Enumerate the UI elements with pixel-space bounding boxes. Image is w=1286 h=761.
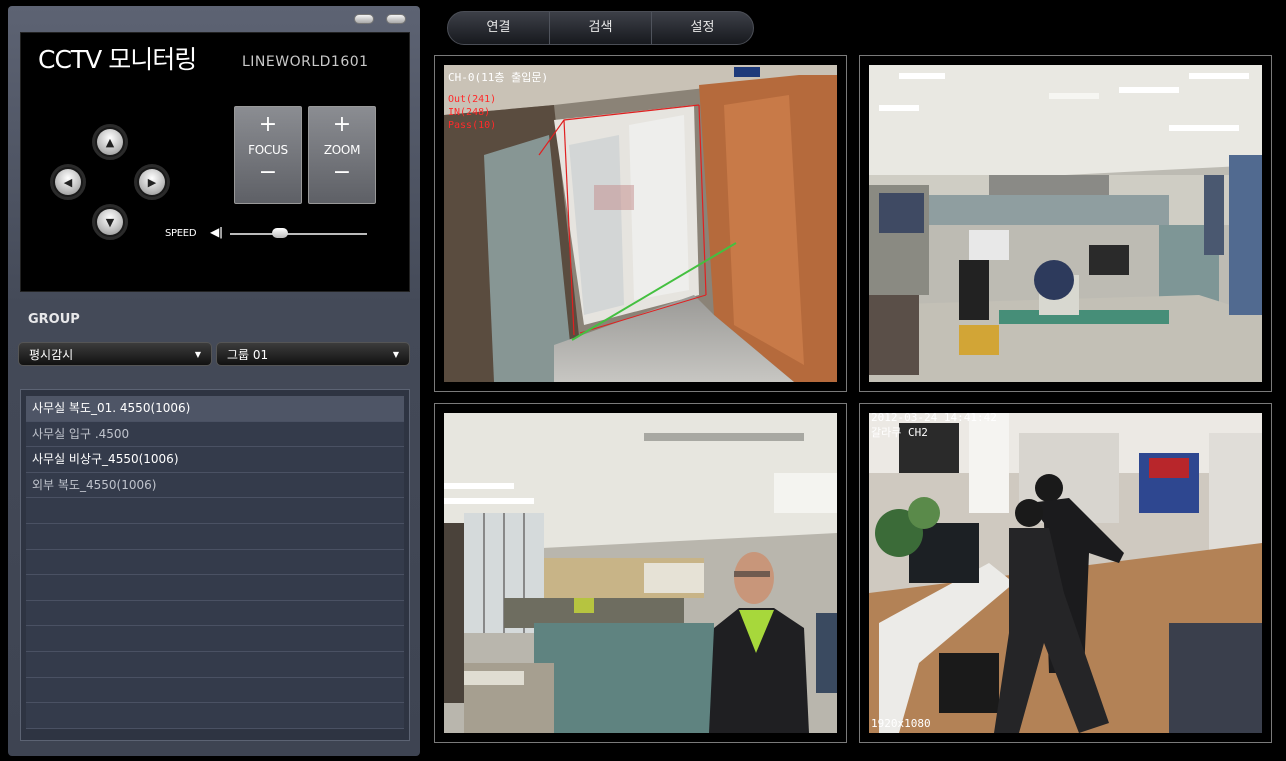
camera-feed-4: 2012-03-24 14:41:42 갈라쿠 CH2 1920x1080 <box>869 413 1262 733</box>
mode-dropdown-value: 평시감시 <box>29 347 74 362</box>
list-item-empty <box>26 549 404 576</box>
group-dropdown[interactable]: 그룹 01 ▼ <box>216 342 410 366</box>
zoom-minus-button[interactable]: − <box>309 161 375 185</box>
list-item[interactable]: 사무실 복도_01. 4550(1006) <box>26 396 404 422</box>
focus-plus-button[interactable]: + <box>235 113 301 137</box>
mode-dropdown[interactable]: 평시감시 ▼ <box>18 342 212 366</box>
list-item-empty <box>26 677 404 704</box>
arrow-left-icon: ◀ <box>55 169 81 195</box>
list-item-empty <box>26 626 404 652</box>
camera-4-channel: 갈라쿠 CH2 <box>871 426 928 439</box>
list-item-empty <box>26 651 404 678</box>
control-panel: CCTV 모니터링 LINEWORLD1601 ▲ ◀ ▶ ▼ + FOCUS … <box>8 6 420 756</box>
camera-1-out-count: Out(241) <box>448 94 497 105</box>
list-item[interactable]: 사무실 비상구_4550(1006) <box>26 447 404 473</box>
zoom-plus-button[interactable]: + <box>309 113 375 137</box>
camera-1-in-count: IN(248) <box>448 107 491 118</box>
list-item-empty <box>26 600 404 627</box>
chevron-down-icon: ▼ <box>194 349 201 359</box>
camera-view-3[interactable] <box>434 403 847 743</box>
camera-feed-1: CH-0(11층 출입문) Out(241) IN(248) Pass(10) <box>444 65 837 382</box>
camera-4-timestamp: 2012-03-24 14:41:42 <box>871 413 997 424</box>
ptz-right-button[interactable]: ▶ <box>134 164 170 200</box>
list-item-empty <box>26 523 404 550</box>
arrow-down-icon: ▼ <box>97 209 123 235</box>
camera-4-resolution: 1920x1080 <box>871 717 931 730</box>
list-item-empty <box>26 498 404 524</box>
camera-1-pass-count: Pass(10) <box>448 120 497 131</box>
camera-image-3 <box>444 413 837 733</box>
list-item[interactable]: 사무실 입구 .4500 <box>26 421 404 448</box>
menu-settings[interactable]: 설정 <box>652 12 753 44</box>
minimize-button[interactable] <box>354 14 374 24</box>
list-item[interactable]: 외부 복도_4550(1006) <box>26 472 404 499</box>
ptz-up-button[interactable]: ▲ <box>92 124 128 160</box>
focus-control: + FOCUS − <box>234 106 302 204</box>
list-item-empty <box>26 703 404 729</box>
camera-1-channel: CH-0(11층 출입문) <box>448 71 549 84</box>
app-title: CCTV 모니터링 <box>38 45 197 74</box>
camera-view-1[interactable]: CH-0(11층 출입문) Out(241) IN(248) Pass(10) <box>434 55 847 392</box>
group-label: GROUP <box>28 312 80 327</box>
ptz-left-button[interactable]: ◀ <box>50 164 86 200</box>
chevron-down-icon: ▼ <box>392 349 399 359</box>
camera-view-2[interactable] <box>859 55 1272 392</box>
list-item-empty <box>26 575 404 601</box>
speed-slider-thumb[interactable] <box>272 228 289 238</box>
camera-feed-2 <box>869 65 1262 382</box>
camera-image-1 <box>444 65 837 382</box>
speaker-icon: ◀ǀ <box>210 225 223 239</box>
camera-list: 사무실 복도_01. 4550(1006) 사무실 입구 .4500 사무실 비… <box>20 389 410 741</box>
main-menu: 연결 검색 설정 <box>447 11 754 45</box>
app-subtitle: LINEWORLD1601 <box>242 54 369 70</box>
menu-connect[interactable]: 연결 <box>448 12 550 44</box>
zoom-label: ZOOM <box>323 143 361 157</box>
zoom-control: + ZOOM − <box>308 106 376 204</box>
focus-minus-button[interactable]: − <box>235 161 301 185</box>
ptz-down-button[interactable]: ▼ <box>92 204 128 240</box>
close-button[interactable] <box>386 14 406 24</box>
menu-search[interactable]: 검색 <box>550 12 652 44</box>
arrow-up-icon: ▲ <box>97 129 123 155</box>
camera-feed-3 <box>444 413 837 733</box>
speed-slider-track[interactable] <box>230 233 367 235</box>
camera-image-2 <box>869 65 1262 382</box>
group-dropdown-value: 그룹 01 <box>227 347 269 362</box>
camera-image-4 <box>869 413 1262 733</box>
speed-label: SPEED <box>165 228 197 239</box>
focus-label: FOCUS <box>248 143 288 157</box>
camera-view-4[interactable]: 2012-03-24 14:41:42 갈라쿠 CH2 1920x1080 <box>859 403 1272 743</box>
arrow-right-icon: ▶ <box>139 169 165 195</box>
